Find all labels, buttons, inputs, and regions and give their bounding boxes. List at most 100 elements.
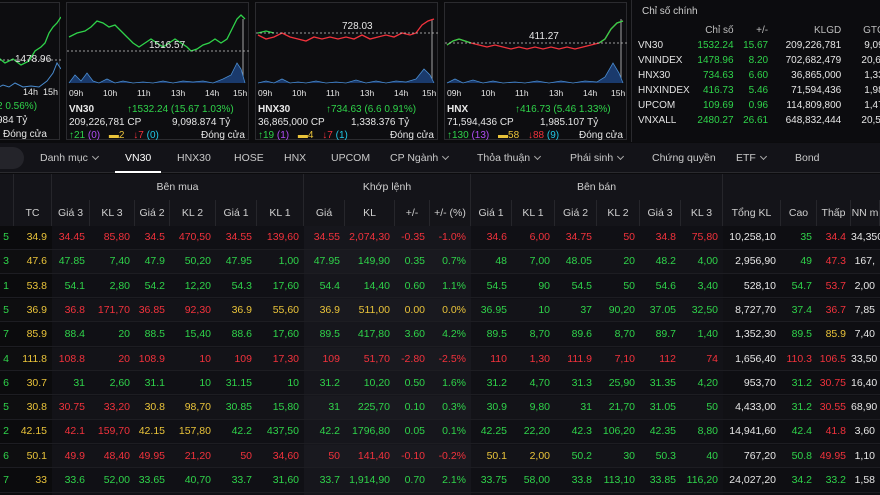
column-header[interactable]: Giá 2 bbox=[135, 200, 170, 226]
table-cell: 37 bbox=[580, 303, 592, 316]
table-cell: 42.1 bbox=[64, 425, 85, 438]
tab-upcom[interactable]: UPCOM bbox=[331, 143, 370, 173]
column-header[interactable]: Cao bbox=[781, 200, 817, 226]
index-card-hnx[interactable]: 411.27 09h 10h 11h 13h 14h 15h HNX ↑416.… bbox=[444, 2, 628, 141]
tab-phai-sinh[interactable]: Phái sinh bbox=[570, 143, 625, 173]
index-change: 15.67 bbox=[743, 40, 769, 51]
table-row[interactable]: 5 30.8 30.75 33,20 30.8 98,70 30.85 15,80 31 225,… bbox=[0, 396, 880, 420]
column-header[interactable]: Tổng KL bbox=[723, 200, 781, 226]
column-header[interactable]: KL 2 bbox=[170, 200, 216, 226]
tab-hnx[interactable]: HNX bbox=[284, 143, 306, 173]
column-header[interactable]: +/- bbox=[395, 200, 430, 226]
table-cell: 48.05 bbox=[565, 255, 592, 268]
tab-label: VN30 bbox=[125, 152, 152, 164]
index-row[interactable]: HNX30 734.63 6.60 36,865,000 1,338. bbox=[636, 68, 880, 83]
table-cell: 50.2 bbox=[571, 449, 592, 462]
column-header[interactable]: KL 3 bbox=[90, 200, 135, 226]
index-card-hnx30[interactable]: 728.03 09h 10h 11h 13h 14h 15h HNX30 ↑73… bbox=[255, 2, 439, 141]
index-value: 9,098.874 Tỷ bbox=[172, 117, 231, 128]
column-header[interactable]: KL 2 bbox=[597, 200, 640, 226]
table-cell: 49.95 bbox=[138, 449, 165, 462]
column-header[interactable] bbox=[0, 200, 14, 226]
table-cell: 30.8 bbox=[144, 401, 165, 414]
table-row[interactable]: 7 33 33.6 52,00 33.65 40,70 33.7 31,60 33.7 1,914… bbox=[0, 469, 880, 493]
tab-etf[interactable]: ETF bbox=[736, 143, 767, 173]
table-cell: 34.9 bbox=[26, 231, 47, 243]
symbol-search-input[interactable] bbox=[0, 147, 24, 169]
index-card-vn30[interactable]: 1516.57 09h 10h 11h 13h 14h 15h VN30 ↑15… bbox=[66, 2, 250, 141]
table-cell: 4,00 bbox=[697, 255, 718, 268]
index-chart bbox=[445, 19, 628, 84]
table-cell: 1,352,30 bbox=[735, 328, 776, 341]
table-cell: 2,00 bbox=[529, 449, 550, 462]
tab-hose[interactable]: HOSE bbox=[234, 143, 264, 173]
tab-hnx30[interactable]: HNX30 bbox=[177, 143, 211, 173]
index-row[interactable]: VNXALL 2480.27 26.61 648,832,444 20,551 bbox=[636, 113, 880, 128]
up-count: ↑130 bbox=[447, 130, 469, 141]
table-row[interactable]: 5 36.9 36.8 171,70 36.85 92,30 36.9 55,60 36.9 51… bbox=[0, 299, 880, 323]
column-header[interactable]: Giá 1 bbox=[471, 200, 512, 226]
table-cell: 31 bbox=[328, 401, 340, 414]
table-row[interactable]: 3 47.6 47.85 7,40 47.9 50,20 47.95 1,00 47.95 149… bbox=[0, 250, 880, 274]
column-header[interactable]: NN m bbox=[851, 200, 880, 226]
table-cell: 106,20 bbox=[602, 425, 635, 438]
table-cell: 7,85 bbox=[854, 303, 875, 316]
table-cell: 31.2 bbox=[791, 376, 812, 389]
table-cell: 2,956,90 bbox=[735, 255, 776, 268]
table-cell: 20 bbox=[118, 352, 130, 365]
column-header[interactable]: KL 3 bbox=[681, 200, 723, 226]
time-label: 15h bbox=[611, 88, 626, 98]
index-shares: 209,226,781 CP bbox=[69, 117, 142, 128]
column-header[interactable]: KL 1 bbox=[257, 200, 304, 226]
table-cell: 4 bbox=[3, 352, 9, 365]
table-cell: 89.6 bbox=[571, 328, 592, 341]
index-row[interactable]: UPCOM 109.69 0.96 114,809,800 1,470. bbox=[636, 98, 880, 113]
tab-bond[interactable]: Bond bbox=[795, 143, 820, 173]
tab-chung-quyen[interactable]: Chứng quyền bbox=[652, 143, 716, 173]
table-cell: 42.35 bbox=[649, 425, 676, 438]
tab-vn30[interactable]: VN30 bbox=[115, 143, 161, 173]
index-row[interactable]: HNXINDEX 416.73 5.46 71,594,436 1,985. bbox=[636, 83, 880, 98]
table-row[interactable]: 4 111.8 108.8 20 108.9 10 109 17,30 109 51,70 -2.8… bbox=[0, 348, 880, 371]
table-cell: 953,70 bbox=[743, 376, 776, 389]
tab-danh-muc[interactable]: Danh mục bbox=[40, 143, 99, 173]
column-header[interactable]: TC bbox=[14, 200, 52, 226]
index-card-vnindex[interactable]: 1478.96 14h 15h 2 0.56%) 984 Tỷ Đóng cửa bbox=[0, 2, 61, 140]
column-header[interactable]: Giá 3 bbox=[52, 200, 90, 226]
table-cell: 49 bbox=[800, 255, 812, 268]
table-cell: 33.2 bbox=[825, 474, 846, 486]
table-cell: 14,40 bbox=[363, 279, 390, 292]
index-row[interactable]: VN30 1532.24 15.67 209,226,781 9,098. bbox=[636, 38, 880, 53]
index-value: 1478.96 bbox=[697, 55, 734, 66]
column-header[interactable]: KL 1 bbox=[512, 200, 555, 226]
table-row[interactable]: 6 30.7 31 2,60 31.1 10 31.15 10 31.2 10,20 0.50 1.6… bbox=[0, 372, 880, 396]
table-cell: 49.95 bbox=[819, 449, 846, 462]
table-row[interactable]: 1 53.8 54.1 2,80 54.2 12,20 54.3 17,60 54.4 14,40… bbox=[0, 275, 880, 299]
table-row[interactable]: 2 42.15 42.1 159,70 42.15 157,80 42.2 437,50 42.… bbox=[0, 420, 880, 444]
index-row[interactable]: VNINDEX 1478.96 8.20 702,682,479 20,661 bbox=[636, 53, 880, 68]
column-header[interactable]: Giá 3 bbox=[640, 200, 681, 226]
column-header[interactable]: Giá bbox=[304, 200, 345, 226]
table-row[interactable]: 5 34.9 34.45 85,80 34.5 470,50 34.55 139,60 34.5… bbox=[0, 226, 880, 250]
column-header[interactable]: Giá 1 bbox=[216, 200, 257, 226]
table-row[interactable]: 7 85.9 88.4 20 88.5 15,40 88.6 17,60 89.5 417,80 3… bbox=[0, 323, 880, 347]
column-header[interactable]: KL bbox=[345, 200, 395, 226]
table-cell: 1.6% bbox=[442, 376, 466, 389]
column-header[interactable]: Giá 2 bbox=[555, 200, 597, 226]
index-ref-label: 1478.96 bbox=[15, 54, 52, 65]
market-status: Đóng cửa bbox=[201, 130, 245, 141]
table-cell: 1,00 bbox=[278, 255, 299, 268]
ceil-count: (1) bbox=[276, 130, 290, 141]
table-row[interactable]: 6 50.1 49.9 48,40 49.95 21,20 50 34,60 50 141,40-… bbox=[0, 445, 880, 469]
column-header[interactable]: +/- (%) bbox=[430, 200, 471, 226]
index-name: HNX bbox=[447, 104, 469, 115]
tab-thoa-thuan[interactable]: Thỏa thuận bbox=[477, 143, 542, 173]
table-cell: 31.35 bbox=[649, 376, 676, 389]
column-header[interactable]: Thấp bbox=[817, 200, 851, 226]
time-label: 15h bbox=[43, 87, 59, 97]
index-change: 26.61 bbox=[743, 115, 769, 126]
index-val: 20,661 bbox=[861, 55, 880, 66]
index-change: 5.46 bbox=[748, 85, 769, 96]
same-count: ▬58 bbox=[498, 130, 520, 141]
tab-cp-nganh[interactable]: CP Ngành bbox=[390, 143, 450, 173]
